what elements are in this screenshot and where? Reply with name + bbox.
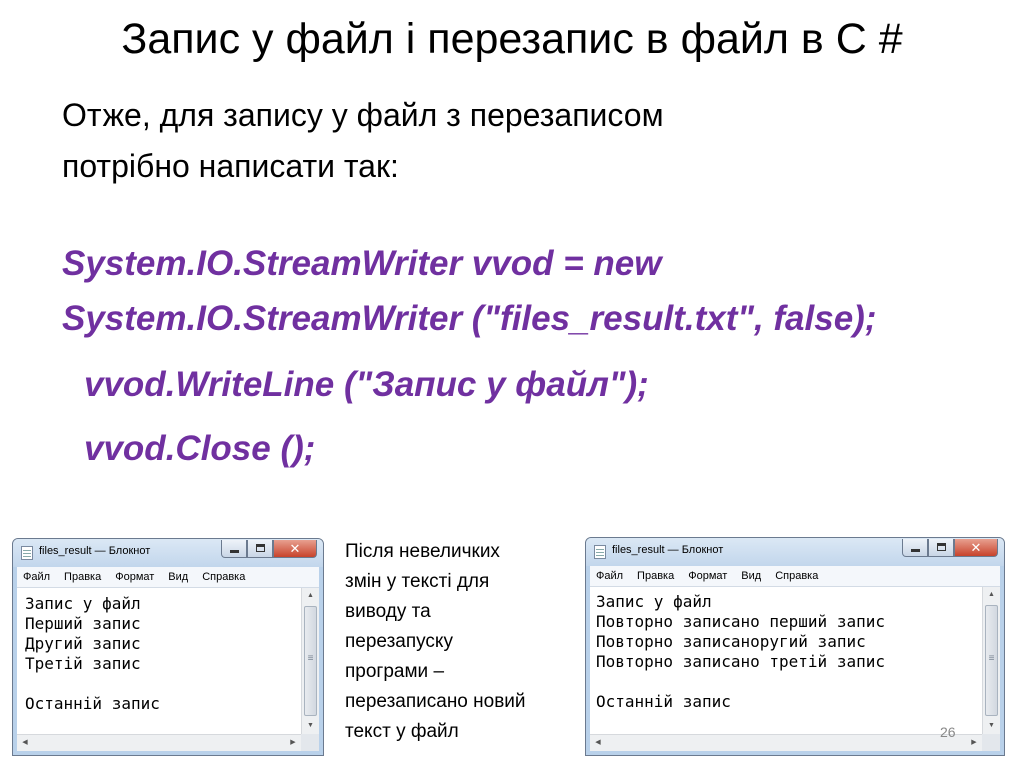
close-icon: ✕ [970, 540, 982, 555]
minimize-icon [911, 549, 920, 552]
menu-bar: Файл Правка Формат Вид Справка [590, 566, 1000, 587]
vertical-scrollbar[interactable]: ▲ ▼ [982, 587, 1000, 734]
text-line: Запис у файл [596, 592, 712, 611]
maximize-button[interactable] [247, 540, 273, 558]
text-line: Останній запис [596, 692, 731, 711]
text-line: Повторно записано третій запис [596, 652, 885, 671]
text-editor[interactable]: Запис у файл Перший запис Другий запис Т… [17, 588, 301, 734]
menu-item-format[interactable]: Формат [115, 571, 154, 583]
maximize-button[interactable] [928, 539, 954, 557]
scroll-thumb[interactable] [304, 606, 317, 716]
size-grip[interactable] [301, 734, 319, 751]
window-title: files_result — Блокнот [612, 544, 724, 556]
menu-item-help[interactable]: Справка [775, 570, 818, 582]
scroll-right-icon[interactable]: ▶ [285, 735, 301, 751]
text-line [596, 672, 982, 692]
caption-line: змін у тексті для [345, 571, 490, 592]
text-line: Повторно записаноругий запис [596, 632, 866, 651]
maximize-icon [256, 544, 265, 552]
menu-item-edit[interactable]: Правка [64, 571, 101, 583]
scroll-up-icon[interactable]: ▲ [983, 587, 1000, 603]
scroll-up-icon[interactable]: ▲ [302, 588, 319, 604]
minimize-icon [230, 550, 239, 553]
caption-line: перезаписано новий [345, 691, 526, 712]
title-bar[interactable]: files_result — Блокнот ✕ [586, 538, 1004, 566]
menu-item-view[interactable]: Вид [168, 571, 188, 583]
caption-line: виводу та [345, 601, 431, 622]
menu-item-edit[interactable]: Правка [637, 570, 674, 582]
scroll-left-icon[interactable]: ◀ [590, 735, 606, 751]
text-editor[interactable]: Запис у файл Повторно записано перший за… [590, 587, 982, 734]
code-line: System.IO.StreamWriter ("files_result.tx… [62, 299, 877, 338]
vertical-scrollbar[interactable]: ▲ ▼ [301, 588, 319, 734]
menu-item-file[interactable]: Файл [596, 570, 623, 582]
intro-line: Отже, для запису у файл з перезаписом [62, 97, 664, 133]
scroll-right-icon[interactable]: ▶ [966, 735, 982, 751]
intro-line: потрібно написати так: [62, 148, 399, 184]
scroll-thumb[interactable] [985, 605, 998, 716]
text-line: Другий запис [25, 634, 141, 653]
minimize-button[interactable] [902, 539, 928, 557]
text-line: Запис у файл [25, 594, 141, 613]
menu-item-file[interactable]: Файл [23, 571, 50, 583]
intro-text: Отже, для запису у файл з перезаписом по… [62, 90, 962, 192]
scroll-down-icon[interactable]: ▼ [983, 718, 1000, 734]
text-line: Повторно записано перший запис [596, 612, 885, 631]
text-line [25, 674, 301, 694]
menu-item-help[interactable]: Справка [202, 571, 245, 583]
minimize-button[interactable] [221, 540, 247, 558]
text-line: Останній запис [25, 694, 160, 713]
maximize-icon [937, 543, 946, 551]
code-line: System.IO.StreamWriter vvod = new [62, 244, 662, 283]
code-line: vvod.WriteLine ("Запис у файл"); [84, 365, 649, 404]
page-number: 26 [940, 724, 956, 740]
code-line: vvod.Close (); [84, 429, 316, 468]
close-icon: ✕ [289, 541, 301, 556]
caption-line: Після невеличких [345, 541, 500, 562]
close-button[interactable]: ✕ [954, 539, 998, 557]
scroll-down-icon[interactable]: ▼ [302, 718, 319, 734]
menu-item-format[interactable]: Формат [688, 570, 727, 582]
scroll-left-icon[interactable]: ◀ [17, 735, 33, 751]
title-bar[interactable]: files_result — Блокнот ✕ [13, 539, 323, 567]
slide-title: Запис у файл і перезапис в файл в С # [121, 15, 903, 63]
horizontal-scrollbar[interactable]: ◀ ▶ [17, 734, 301, 751]
notepad-window-before: files_result — Блокнот ✕ Файл Правка Фор… [12, 538, 324, 756]
window-title: files_result — Блокнот [39, 545, 151, 557]
horizontal-scrollbar[interactable]: ◀ ▶ [590, 734, 982, 751]
close-button[interactable]: ✕ [273, 540, 317, 558]
menu-bar: Файл Правка Формат Вид Справка [17, 567, 319, 588]
size-grip[interactable] [982, 734, 1000, 751]
text-line: Перший запис [25, 614, 141, 633]
text-line: Третій запис [25, 654, 141, 673]
caption-line: програми – [345, 661, 445, 682]
notepad-icon [21, 546, 33, 560]
caption-line: текст у файл [345, 721, 459, 742]
caption: Після невеличких змін у тексті для вивод… [345, 537, 581, 747]
menu-item-view[interactable]: Вид [741, 570, 761, 582]
notepad-icon [594, 545, 606, 559]
caption-line: перезапуску [345, 631, 453, 652]
